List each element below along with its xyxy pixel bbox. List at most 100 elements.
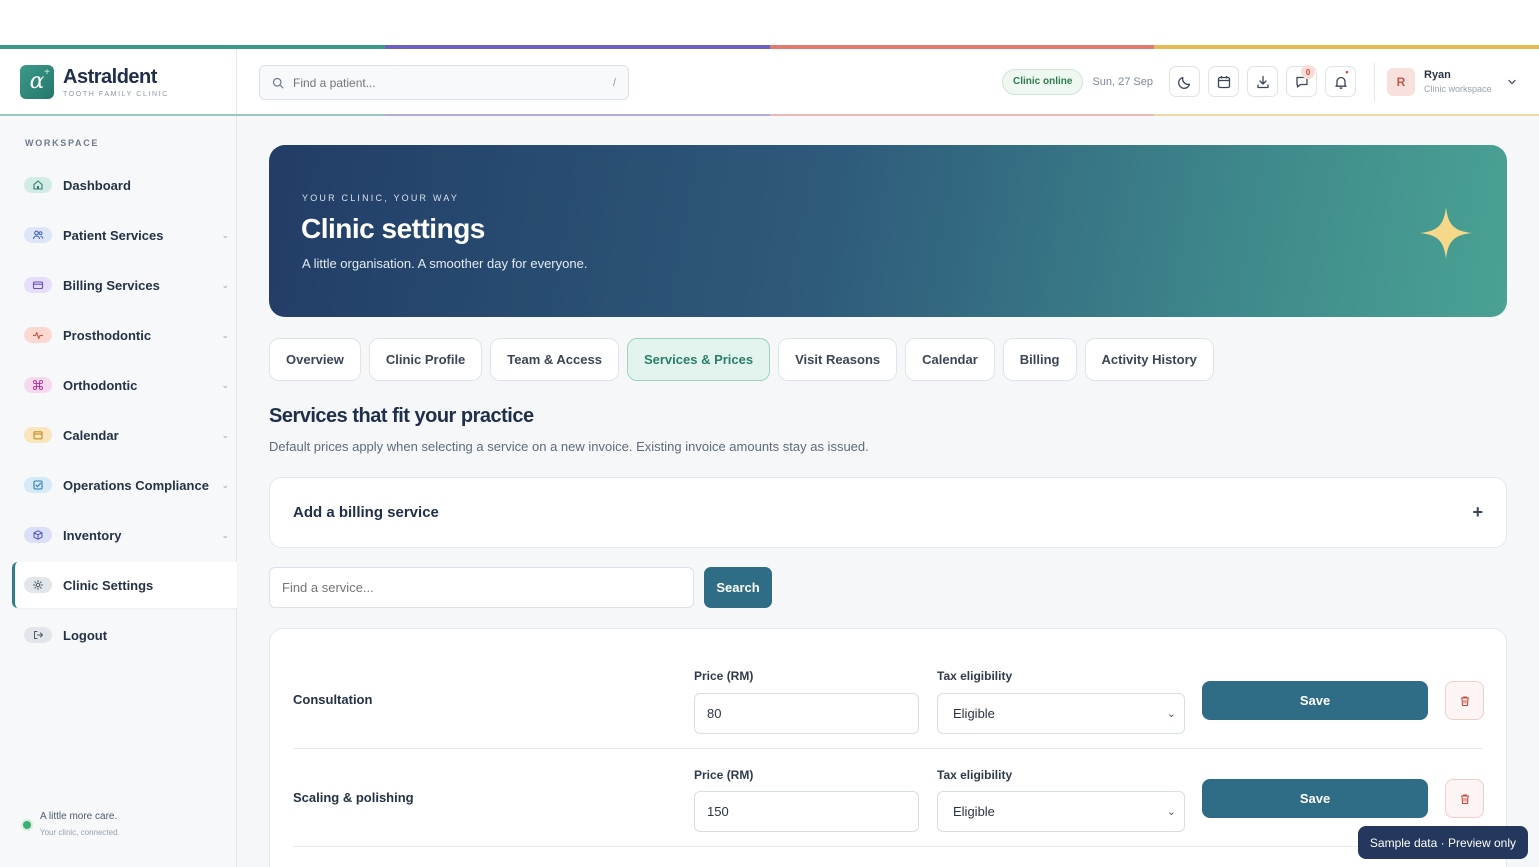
calendar-button[interactable] <box>1208 66 1239 97</box>
save-button[interactable]: Save <box>1202 681 1428 720</box>
sparkle-icon <box>1420 207 1472 259</box>
sidebar-item-label: Prosthodontic <box>63 327 152 343</box>
card-icon <box>24 277 52 293</box>
download-button[interactable] <box>1247 66 1278 97</box>
sidebar-item-operations-compliance[interactable]: Operations Compliance ⌄ <box>12 462 237 508</box>
tax-select[interactable]: Eligible ⌄ <box>937 693 1185 734</box>
save-button[interactable]: Save <box>1202 779 1428 818</box>
user-menu[interactable]: Ryan Clinic workspace <box>1424 69 1499 94</box>
tax-select[interactable]: Eligible ⌄ <box>937 791 1185 832</box>
tab-overview[interactable]: Overview <box>269 338 361 381</box>
sidebar-section-label: WORKSPACE <box>25 138 100 148</box>
delete-button[interactable] <box>1445 779 1484 818</box>
sidebar-item-label: Clinic Settings <box>63 577 154 593</box>
tab-billing[interactable]: Billing <box>1002 338 1077 381</box>
tab-calendar[interactable]: Calendar <box>905 338 995 381</box>
hero-kicker: YOUR CLINIC, YOUR WAY <box>302 193 460 203</box>
logout-icon <box>24 627 52 643</box>
footer-line-2: Your clinic, connected. <box>40 828 120 837</box>
current-date: Sun, 27 Sep <box>1092 75 1153 88</box>
tax-select-value: Eligible <box>953 706 995 721</box>
sidebar-item-prosthodontic[interactable]: Prosthodontic ⌄ <box>12 312 237 358</box>
chevron-down-icon: ⌄ <box>221 279 229 290</box>
chevron-down-icon: ⌄ <box>1166 806 1176 818</box>
chevron-down-icon: ⌄ <box>221 429 229 440</box>
add-service-title: Add a billing service <box>293 504 439 521</box>
search-shortcut: / <box>612 76 616 89</box>
tax-label: Tax eligibility <box>937 768 1013 782</box>
notifications-badge: • <box>1345 67 1349 77</box>
brand-logo: α + <box>20 64 54 99</box>
price-input[interactable]: 80 <box>694 693 919 734</box>
tab-team-access[interactable]: Team & Access <box>490 338 619 381</box>
service-name: Consultation <box>293 692 373 707</box>
sidebar-item-inventory[interactable]: Inventory ⌄ <box>12 512 237 558</box>
sidebar-item-label: Billing Services <box>63 277 160 293</box>
top-strip <box>0 0 1539 45</box>
sidebar-item-label: Inventory <box>63 527 122 543</box>
chevron-down-icon: ⌄ <box>221 379 229 390</box>
services-list: Consultation Price (RM) 80 Tax eligibili… <box>269 628 1507 867</box>
messages-button[interactable]: 0 <box>1286 65 1317 97</box>
sidebar-item-label: Orthodontic <box>63 377 138 393</box>
sidebar-item-label: Calendar <box>63 427 119 443</box>
pulse-icon <box>24 327 52 343</box>
tab-activity-history[interactable]: Activity History <box>1084 338 1214 381</box>
top-header: α+ Astraldent TOOTH FAMILY CLINIC / Clin… <box>0 49 1539 114</box>
sidebar: WORKSPACE Dashboard Patient Services ⌄ B… <box>0 116 237 867</box>
avatar[interactable]: R <box>1387 67 1415 96</box>
plus-icon[interactable]: + <box>1472 502 1483 523</box>
trash-icon <box>1460 793 1469 804</box>
service-search-input[interactable] <box>269 567 694 608</box>
preview-toast: Sample data · Preview only <box>1357 826 1528 859</box>
users-icon <box>24 227 52 243</box>
sidebar-item-calendar[interactable]: Calendar ⌄ <box>12 412 237 458</box>
tab-services-prices[interactable]: Services & Prices <box>626 338 771 381</box>
add-service-panel[interactable]: Add a billing service + <box>269 477 1507 548</box>
sidebar-item-label: Patient Services <box>63 227 164 243</box>
sidebar-item-billing-services[interactable]: Billing Services ⌄ <box>12 262 237 308</box>
theme-toggle-button[interactable] <box>1169 66 1200 97</box>
notifications-button[interactable]: • <box>1325 66 1356 97</box>
sidebar-item-label: Operations Compliance <box>63 477 209 493</box>
chevron-down-icon: ⌄ <box>221 329 229 340</box>
sidebar-item-label: Dashboard <box>63 177 131 193</box>
box-icon <box>24 527 52 543</box>
sidebar-item-clinic-settings[interactable]: Clinic Settings <box>12 562 237 608</box>
sidebar-footer: A little more care. Your clinic, connect… <box>23 811 120 837</box>
sidebar-item-label: Logout <box>63 627 108 643</box>
download-icon <box>1256 75 1269 88</box>
price-input[interactable]: 150 <box>694 791 919 832</box>
page-title: Clinic settings <box>301 213 485 244</box>
tab-visit-reasons[interactable]: Visit Reasons <box>778 338 898 381</box>
price-label: Price (RM) <box>694 669 754 683</box>
patient-search-input[interactable] <box>293 75 613 90</box>
hero-banner: YOUR CLINIC, YOUR WAY Clinic settings A … <box>269 145 1507 317</box>
delete-button[interactable] <box>1445 681 1484 720</box>
chevron-down-icon: ⌄ <box>221 229 229 240</box>
hero-subtitle: A little organisation. A smoother day fo… <box>302 256 588 271</box>
brand-tagline: TOOTH FAMILY CLINIC <box>63 90 169 98</box>
online-status-dot <box>23 821 31 829</box>
tax-label: Tax eligibility <box>937 669 1013 683</box>
user-name: Ryan <box>1424 69 1451 81</box>
messages-count-badge: 0 <box>1301 65 1315 79</box>
chevron-down-icon: ⌄ <box>1166 708 1176 720</box>
service-name: Scaling & polishing <box>293 790 414 805</box>
gear-icon <box>24 577 52 593</box>
chevron-down-icon[interactable] <box>1507 77 1517 87</box>
sidebar-item-dashboard[interactable]: Dashboard <box>12 162 237 208</box>
brand[interactable]: α + Astraldent TOOTH FAMILY CLINIC <box>0 49 237 114</box>
calendar-icon <box>1217 75 1230 88</box>
user-subtitle: Clinic workspace <box>1424 84 1492 94</box>
search-button[interactable]: Search <box>704 567 772 608</box>
calendar-icon <box>24 427 52 443</box>
header-divider <box>1374 62 1375 101</box>
patient-search[interactable]: / <box>259 65 629 100</box>
sidebar-item-patient-services[interactable]: Patient Services ⌄ <box>12 212 237 258</box>
section-subtitle: Default prices apply when selecting a se… <box>269 439 869 454</box>
settings-tabs: Overview Clinic Profile Team & Access Se… <box>269 338 1222 381</box>
sidebar-item-logout[interactable]: Logout <box>12 612 237 658</box>
sidebar-item-orthodontic[interactable]: Orthodontic ⌄ <box>12 362 237 408</box>
tab-clinic-profile[interactable]: Clinic Profile <box>368 338 483 381</box>
